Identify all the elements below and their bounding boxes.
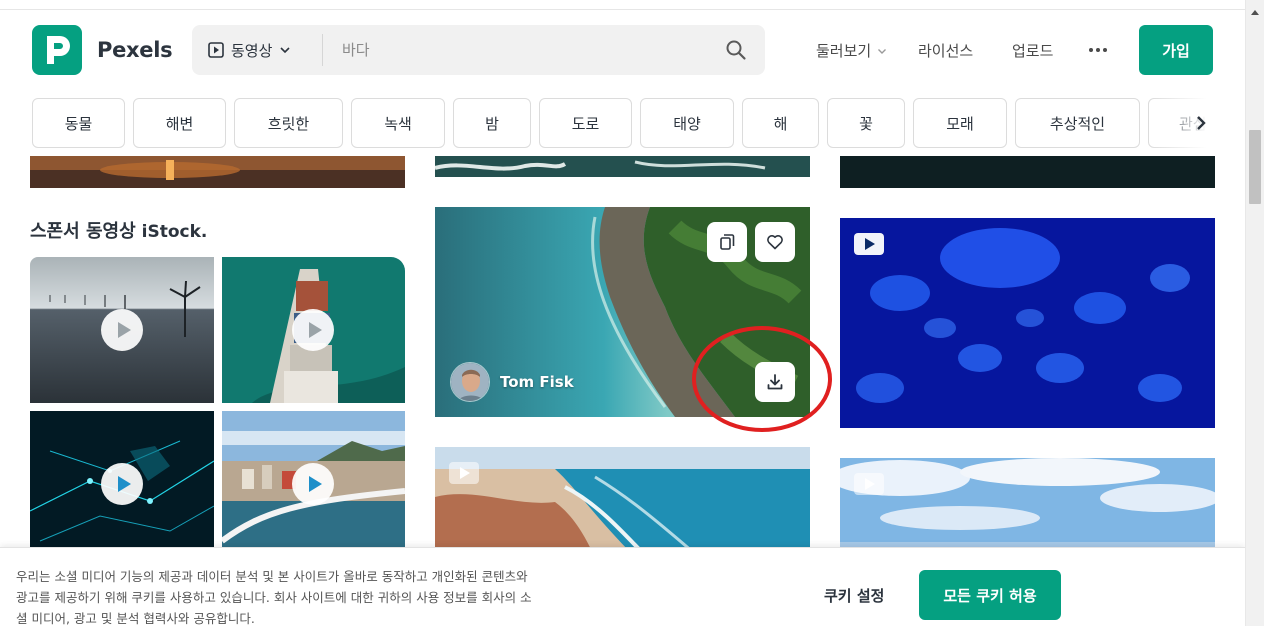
nav-explore[interactable]: 둘러보기 [816,40,887,61]
play-icon [117,476,131,492]
waves-thumbnail [435,156,810,177]
istock-logo: iStock. [141,222,208,242]
chip-abstract[interactable]: 추상적인 [1015,98,1140,148]
like-button[interactable] [755,222,795,262]
play-button[interactable] [101,463,143,505]
play-icon [308,322,322,338]
nav-license[interactable]: 라이선스 [918,40,973,61]
jellyfish-thumbnail [840,218,1215,428]
search-divider [322,34,323,66]
video-badge-icon [865,238,875,250]
sponsor-video-harbor[interactable] [222,411,405,548]
category-chips: 동물 해변 흐릿한 녹색 밤 도로 태양 해 꽃 모래 추상적인 관심 [0,90,1245,156]
sponsor-video-wind-farm[interactable] [30,257,214,403]
sponsor-video-network[interactable] [30,411,214,548]
sponsor-title-text: 스폰서 동영상 [30,221,136,242]
accept-all-cookies-button[interactable]: 모든 쿠키 허용 [919,570,1061,620]
sponsor-video-cargo-ship[interactable] [222,257,405,403]
video-badge [854,233,884,255]
chevron-right-icon[interactable] [1194,114,1208,132]
header: Pexels 동영상 둘러보기 [0,10,1245,90]
play-icon [117,322,131,338]
search-button[interactable] [724,38,748,62]
nav-explore-label: 둘러보기 [816,42,872,60]
chip-animals[interactable]: 동물 [32,98,125,148]
sponsor-title: 스폰서 동영상 iStock. [30,217,207,243]
video-tile-coast-aerial[interactable]: Tom Fisk [435,207,810,417]
cookie-message-line: 우리는 소셜 미디어 기능의 제공과 데이터 분석 및 본 사이트가 올바로 동… [16,569,528,584]
play-button[interactable] [292,309,334,351]
join-button[interactable]: 가입 [1139,25,1213,75]
download-button[interactable] [755,362,795,402]
cookie-message-line: 광고를 제공하기 위해 쿠키를 사용하고 있습니다. 회사 사이트에 대한 귀하… [16,590,532,605]
scroll-up-arrow-icon[interactable] [1251,10,1259,15]
video-tile-sunset[interactable] [30,156,405,188]
play-icon [308,476,322,492]
bookmark-collection-icon [720,234,735,250]
more-menu-icon[interactable] [1089,48,1107,52]
author-avatar [450,362,490,402]
chip-road[interactable]: 도로 [539,98,632,148]
search-type-dropdown[interactable]: 동영상 [208,25,291,75]
video-tile-dark-top[interactable] [840,156,1215,188]
collect-button[interactable] [707,222,747,262]
play-button[interactable] [292,463,334,505]
download-icon [767,374,783,390]
search-input[interactable] [342,36,702,64]
chip-sand[interactable]: 모래 [913,98,1007,148]
chevron-down-icon [878,48,887,54]
browser-top-strip [0,0,1245,10]
chip-blurry[interactable]: 흐릿한 [234,98,343,148]
chip-green[interactable]: 녹색 [351,98,445,148]
video-tile-jellyfish[interactable] [840,218,1215,428]
cookie-message: 우리는 소셜 미디어 기능의 제공과 데이터 분석 및 본 사이트가 올바로 동… [16,566,616,626]
heart-icon [767,235,783,250]
play-button[interactable] [101,309,143,351]
cookie-banner: 우리는 소셜 미디어 기능의 제공과 데이터 분석 및 본 사이트가 올바로 동… [0,547,1245,626]
scrollbar-thumb[interactable] [1249,130,1261,204]
cookie-settings-button[interactable]: 쿠키 설정 [824,585,884,606]
video-badge-icon [460,467,470,479]
search-type-label: 동영상 [231,41,273,60]
search-bar: 동영상 [192,25,765,75]
chip-beach[interactable]: 해변 [133,98,226,148]
nav-upload[interactable]: 업로드 [1012,40,1053,61]
chip-sun-short[interactable]: 해 [742,98,819,148]
video-icon [208,42,224,58]
video-badge-icon [865,478,875,490]
chevron-down-icon [280,47,290,54]
chip-flower[interactable]: 꽃 [827,98,905,148]
sunset-thumbnail [30,156,405,188]
video-tile-waves-top[interactable] [435,156,810,177]
scrollbar[interactable] [1245,0,1264,626]
brand-name[interactable]: Pexels [97,38,173,62]
pexels-logo[interactable] [32,25,82,75]
chip-night[interactable]: 밤 [453,98,531,148]
search-icon [726,40,746,60]
author-name: Tom Fisk [500,373,574,391]
author[interactable]: Tom Fisk [450,362,574,402]
video-badge [854,473,884,495]
pexels-logo-icon [47,36,70,64]
chip-sun[interactable]: 태양 [640,98,734,148]
page: Pexels 동영상 둘러보기 [0,0,1245,626]
cookie-message-line: 셜 미디어, 광고 및 분석 협력사와 공유합니다. [16,611,255,626]
video-badge [449,462,479,484]
